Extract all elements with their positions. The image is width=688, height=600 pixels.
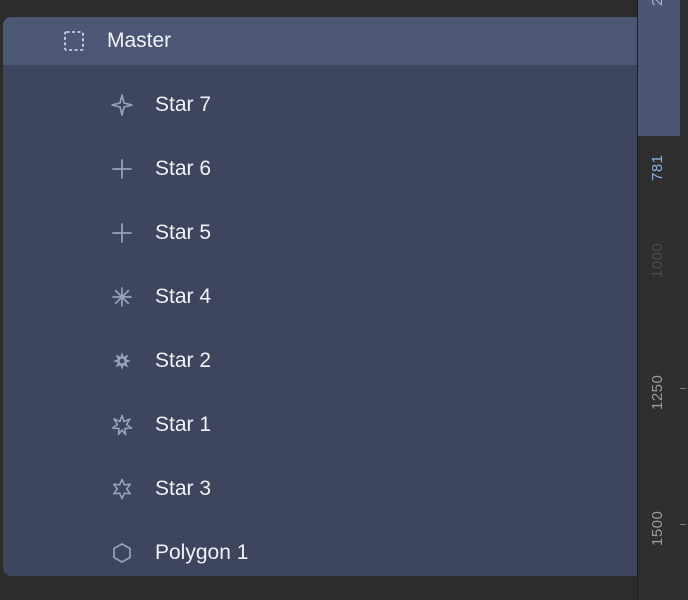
layer-row-star-3[interactable]: Star 3 [3,457,637,521]
layer-label: Star 1 [155,413,212,436]
ruler-label-top: 2 [649,0,666,6]
ruler-label-1250: 1250 [649,374,666,410]
vertical-ruler[interactable]: 2 781 1000 1250 1500 [637,0,688,600]
layer-row-star-7[interactable]: Star 7 [3,73,637,137]
layer-label: Star 3 [155,477,212,500]
layers-panel: Master Star 7 Star 6 Star 5 Star 4 Star … [3,17,637,576]
ruler-label-1500: 1500 [649,510,666,546]
star-burst-icon [110,413,134,437]
layer-label: Star 2 [155,349,212,372]
layer-label: Star 4 [155,285,212,308]
plus-icon [110,221,134,245]
ruler-label-selection: 781 [649,154,666,181]
frame-dashed-icon [62,29,86,53]
layer-row-star-5[interactable]: Star 5 [3,201,637,265]
hexagon-icon [110,541,134,565]
layer-row-polygon-1[interactable]: Polygon 1 [3,521,637,576]
plus-icon [110,157,134,181]
asterisk-icon [110,285,134,309]
ruler-tick [680,388,686,389]
ruler-label-1000: 1000 [649,242,666,278]
ruler-selection-highlight [638,0,680,136]
ruler-tick [680,524,686,525]
gear-star-icon [110,349,134,373]
star-6-point-icon [110,477,134,501]
layer-row-master[interactable]: Master [3,17,637,65]
layer-row-star-6[interactable]: Star 6 [3,137,637,201]
app-window: Master Star 7 Star 6 Star 5 Star 4 Star … [0,0,688,600]
layer-row-star-1[interactable]: Star 1 [3,393,637,457]
layer-row-star-2[interactable]: Star 2 [3,329,637,393]
layer-label: Master [107,29,172,52]
layer-row-star-4[interactable]: Star 4 [3,265,637,329]
layer-label: Star 5 [155,221,212,244]
layer-label: Star 6 [155,157,212,180]
layer-label: Polygon 1 [155,541,249,564]
layer-label: Star 7 [155,93,212,116]
star-4-point-icon [110,93,134,117]
